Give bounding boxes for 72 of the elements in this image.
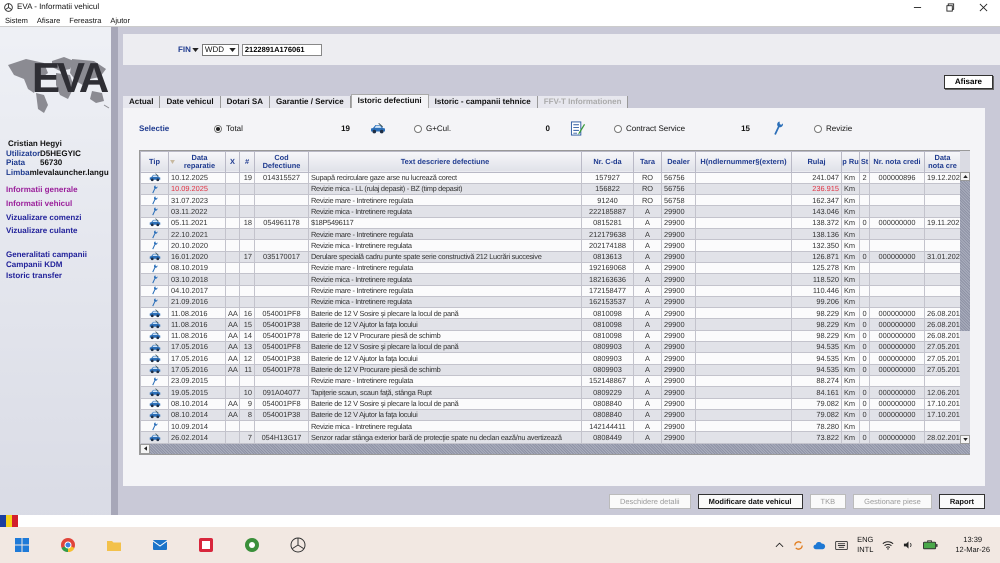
restore-icon[interactable] xyxy=(946,2,955,12)
battery-icon[interactable] xyxy=(923,540,938,550)
field-value: mlevalauncher.langu xyxy=(30,168,109,178)
radio-button[interactable]: G+Cul. xyxy=(414,124,452,134)
car-icon xyxy=(148,320,160,330)
field-value: D5HEGYIC xyxy=(40,148,81,158)
radio-button[interactable]: Contract Service xyxy=(614,124,686,134)
nav-link[interactable]: Vizualizare culante xyxy=(6,226,105,236)
app-icon[interactable] xyxy=(244,537,260,553)
section-label: Selectie xyxy=(139,124,170,134)
nav-link[interactable]: Vizualizare comenzi xyxy=(6,212,105,222)
user-name: Cristian Hegyi xyxy=(7,139,63,149)
caret-icon xyxy=(192,48,199,52)
document-icon xyxy=(570,121,586,136)
field-label: Limba xyxy=(6,168,30,178)
car-icon xyxy=(148,388,160,397)
wrench-icon xyxy=(151,422,158,431)
scroll-left-icon[interactable] xyxy=(144,446,146,452)
count-label: 19 xyxy=(341,124,350,134)
tab[interactable]: Istoric - campanii tehnice xyxy=(428,96,538,108)
scrollbar[interactable] xyxy=(140,444,970,454)
chevron-up-icon[interactable] xyxy=(775,542,784,548)
nav-link[interactable]: Istoric transfer xyxy=(6,270,105,281)
car-icon xyxy=(148,252,160,262)
app-logo-icon[interactable] xyxy=(290,537,306,553)
field-value: 56730 xyxy=(40,158,62,168)
flag-icon xyxy=(0,515,18,527)
app-logo-icon xyxy=(4,2,13,12)
show-button[interactable]: Afisare xyxy=(944,75,993,89)
nav-link[interactable]: Campanii KDM xyxy=(6,260,105,270)
mail-icon[interactable] xyxy=(152,537,168,553)
car-icon xyxy=(370,121,386,136)
wrench-icon xyxy=(151,376,158,386)
car-icon xyxy=(148,173,160,182)
app-icon[interactable] xyxy=(198,537,214,553)
field-label: Utilizator xyxy=(6,148,40,158)
radio-button[interactable]: Revizie xyxy=(814,124,852,134)
car-icon xyxy=(148,365,160,374)
car-icon xyxy=(148,342,160,352)
window-title: EVA - Informatii vehicul xyxy=(17,2,100,12)
speaker-icon[interactable] xyxy=(903,540,914,550)
nav-link[interactable]: Generalitati campanii xyxy=(6,250,105,260)
car-icon xyxy=(148,354,160,363)
nav-link[interactable]: Informatii vehicul xyxy=(6,198,105,209)
car-icon xyxy=(148,399,160,408)
car-icon xyxy=(148,433,160,442)
count-label: 15 xyxy=(741,124,750,134)
car-icon xyxy=(148,218,160,228)
field-label: Piata xyxy=(6,158,26,168)
scroll-down-icon[interactable] xyxy=(962,438,968,441)
tab[interactable]: Garantie / Service xyxy=(270,96,351,108)
car-icon xyxy=(148,331,160,340)
radio-button[interactable]: Total xyxy=(214,124,243,134)
keyboard-icon[interactable] xyxy=(835,540,848,550)
nav-link[interactable]: Informatii generale xyxy=(6,185,105,195)
prefix-select[interactable]: WDD xyxy=(202,44,239,56)
browser-icon[interactable] xyxy=(60,537,76,553)
start-icon[interactable] xyxy=(14,537,30,553)
close-icon[interactable] xyxy=(979,2,988,12)
scroll-up-icon[interactable] xyxy=(962,174,968,178)
caret-icon xyxy=(228,48,236,52)
fin-dropdown[interactable]: FIN xyxy=(178,44,199,54)
tab[interactable]: Istoric defectiuni xyxy=(350,94,429,108)
count-label: 0 xyxy=(546,124,550,134)
tab[interactable]: Dotari SA xyxy=(220,96,270,108)
wifi-icon[interactable] xyxy=(882,540,894,550)
tab[interactable]: Date vehicul xyxy=(160,96,221,108)
cloud-icon[interactable] xyxy=(813,540,826,550)
car-icon xyxy=(148,308,160,318)
car-icon xyxy=(148,410,160,420)
tab[interactable]: Actual xyxy=(123,96,160,108)
scrollbar[interactable] xyxy=(960,150,970,444)
